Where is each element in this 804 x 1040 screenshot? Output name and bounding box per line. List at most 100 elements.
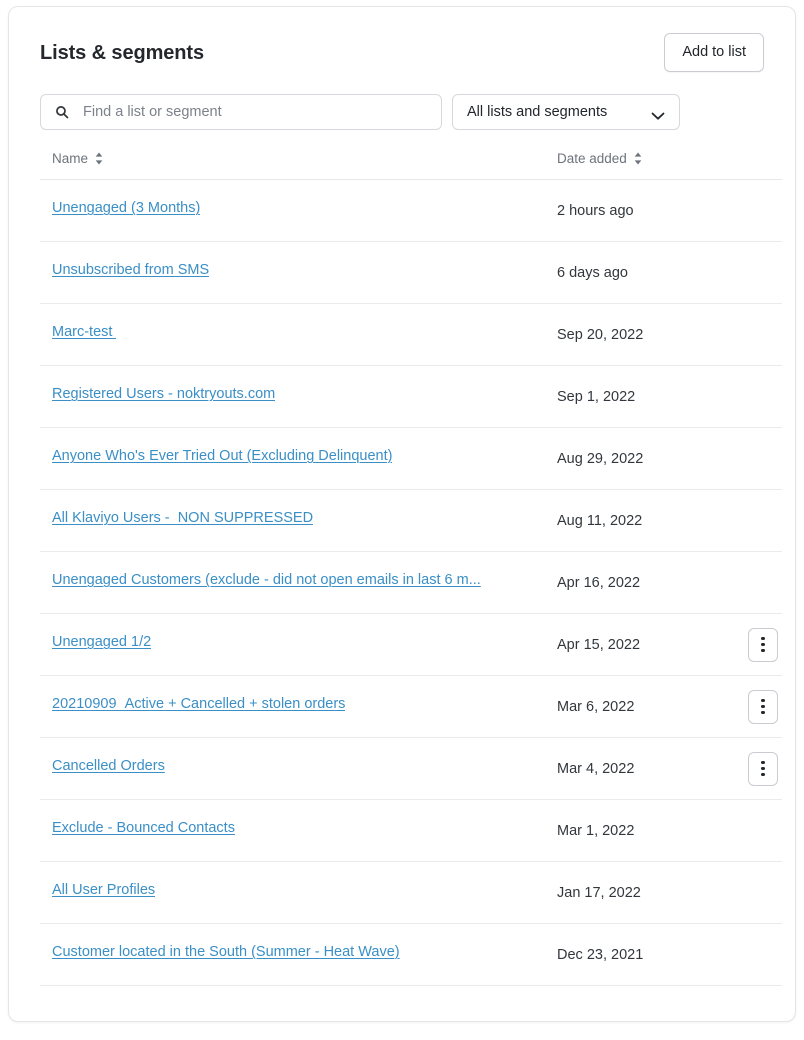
column-header-date-added[interactable]: Date added (545, 151, 720, 180)
cell-name: Unsubscribed from SMS (40, 241, 545, 304)
search-field[interactable] (40, 94, 442, 130)
lists-and-segments-card: Lists & segments Add to list All lists a… (8, 6, 796, 1022)
list-name-link[interactable]: Marc-test (52, 324, 116, 340)
cell-name: Unengaged (3 Months) (40, 179, 545, 242)
date-added-text: 6 days ago (557, 264, 628, 281)
table-row: Marc-test Sep 20, 2022 (40, 303, 782, 366)
cell-actions (720, 613, 782, 676)
table-row: Cancelled Orders Mar 4, 2022 (40, 737, 782, 800)
card-header: Lists & segments Add to list (40, 7, 764, 94)
cell-name: Unengaged 1/2 (40, 613, 545, 676)
row-actions-menu-button[interactable] (748, 689, 778, 724)
list-name-link[interactable]: Cancelled Orders (52, 758, 165, 774)
search-input[interactable] (41, 95, 441, 129)
cell-date-added: Mar 1, 2022 (545, 799, 720, 862)
cell-date-added: Aug 11, 2022 (545, 489, 720, 552)
cell-actions (720, 179, 782, 242)
cell-date-added: 2 hours ago (545, 179, 720, 242)
list-name-link[interactable]: Unengaged (3 Months) (52, 200, 200, 216)
list-name-link[interactable]: All Klaviyo Users - NON SUPPRESSED (52, 510, 313, 526)
cell-name: All Klaviyo Users - NON SUPPRESSED (40, 489, 545, 552)
cell-name: Anyone Who's Ever Tried Out (Excluding D… (40, 427, 545, 490)
column-header-name-label: Name (52, 151, 89, 166)
cell-date-added: 6 days ago (545, 241, 720, 304)
cell-date-added: Apr 16, 2022 (545, 551, 720, 614)
chevron-down-icon (651, 108, 665, 120)
table-head: Name Date added (40, 151, 782, 180)
table-row: 20210909_Active + Cancelled + stolen ord… (40, 675, 782, 738)
cell-actions (720, 923, 782, 986)
list-name-link[interactable]: Anyone Who's Ever Tried Out (Excluding D… (52, 448, 392, 464)
lists-table: Name Date added Unengaged (3 Months) 2 h… (40, 151, 782, 986)
list-name-link[interactable]: Unengaged 1/2 (52, 634, 151, 650)
date-added-text: Apr 16, 2022 (557, 574, 641, 591)
cell-actions (720, 675, 782, 738)
cell-actions (720, 427, 782, 490)
add-to-list-button[interactable]: Add to list (664, 33, 764, 72)
row-actions-menu-button[interactable] (748, 751, 778, 786)
date-added-text: 2 hours ago (557, 202, 634, 219)
cell-date-added: Apr 15, 2022 (545, 613, 720, 676)
table-row: All User Profiles Jan 17, 2022 (40, 861, 782, 924)
cell-name: Marc-test (40, 303, 545, 366)
filter-bar: All lists and segments (40, 94, 764, 151)
list-name-link[interactable]: Unengaged Customers (exclude - did not o… (52, 572, 481, 588)
search-icon (55, 105, 69, 119)
cell-actions (720, 241, 782, 304)
cell-actions (720, 799, 782, 862)
date-added-text: Sep 20, 2022 (557, 326, 644, 343)
cell-date-added: Dec 23, 2021 (545, 923, 720, 986)
cell-date-added: Jan 17, 2022 (545, 861, 720, 924)
date-added-text: Mar 1, 2022 (557, 822, 635, 839)
date-added-text: Aug 11, 2022 (557, 512, 643, 529)
cell-actions (720, 861, 782, 924)
date-added-text: Sep 1, 2022 (557, 388, 636, 405)
date-added-text: Aug 29, 2022 (557, 450, 644, 467)
page-root: Lists & segments Add to list All lists a… (0, 0, 804, 1040)
list-name-link[interactable]: 20210909_Active + Cancelled + stolen ord… (52, 696, 345, 712)
cell-name: 20210909_Active + Cancelled + stolen ord… (40, 675, 545, 738)
page-title: Lists & segments (40, 41, 205, 64)
row-actions-menu-button[interactable] (748, 627, 778, 662)
table-row: Unengaged Customers (exclude - did not o… (40, 551, 782, 614)
cell-date-added: Mar 4, 2022 (545, 737, 720, 800)
date-added-text: Jan 17, 2022 (557, 884, 641, 901)
list-name-link[interactable]: Unsubscribed from SMS (52, 262, 209, 278)
cell-date-added: Mar 6, 2022 (545, 675, 720, 738)
list-name-link[interactable]: Customer located in the South (Summer - … (52, 944, 400, 960)
cell-actions (720, 303, 782, 366)
table-row: All Klaviyo Users - NON SUPPRESSED Aug 11… (40, 489, 782, 552)
cell-actions (720, 737, 782, 800)
cell-name: Registered Users - noktryouts.com (40, 365, 545, 428)
list-type-select[interactable]: All lists and segments (452, 94, 680, 130)
date-added-text: Mar 4, 2022 (557, 760, 635, 777)
column-header-date-added-label: Date added (557, 151, 627, 166)
cell-actions (720, 551, 782, 614)
list-name-link[interactable]: All User Profiles (52, 882, 155, 898)
table-row: Anyone Who's Ever Tried Out (Excluding D… (40, 427, 782, 490)
cell-name: Exclude - Bounced Contacts (40, 799, 545, 862)
table-row: Unengaged 1/2 Apr 15, 2022 (40, 613, 782, 676)
kebab-menu-icon (761, 760, 765, 777)
date-added-text: Dec 23, 2021 (557, 946, 644, 963)
table-row: Unengaged (3 Months) 2 hours ago (40, 179, 782, 242)
list-name-link[interactable]: Registered Users - noktryouts.com (52, 386, 275, 402)
date-added-text: Mar 6, 2022 (557, 698, 635, 715)
cell-name: Unengaged Customers (exclude - did not o… (40, 551, 545, 614)
cell-name: Customer located in the South (Summer - … (40, 923, 545, 986)
cell-name: Cancelled Orders (40, 737, 545, 800)
table-row: Exclude - Bounced Contacts Mar 1, 2022 (40, 799, 782, 862)
list-name-link[interactable]: Exclude - Bounced Contacts (52, 820, 235, 836)
table-row: Unsubscribed from SMS 6 days ago (40, 241, 782, 304)
column-header-name[interactable]: Name (40, 151, 545, 180)
table-row: Customer located in the South (Summer - … (40, 923, 782, 986)
cell-actions (720, 365, 782, 428)
date-added-text: Apr 15, 2022 (557, 636, 641, 653)
kebab-menu-icon (761, 636, 765, 653)
cell-date-added: Sep 20, 2022 (545, 303, 720, 366)
cell-actions (720, 489, 782, 552)
cell-date-added: Aug 29, 2022 (545, 427, 720, 490)
column-header-actions (720, 151, 782, 180)
cell-name: All User Profiles (40, 861, 545, 924)
cell-date-added: Sep 1, 2022 (545, 365, 720, 428)
